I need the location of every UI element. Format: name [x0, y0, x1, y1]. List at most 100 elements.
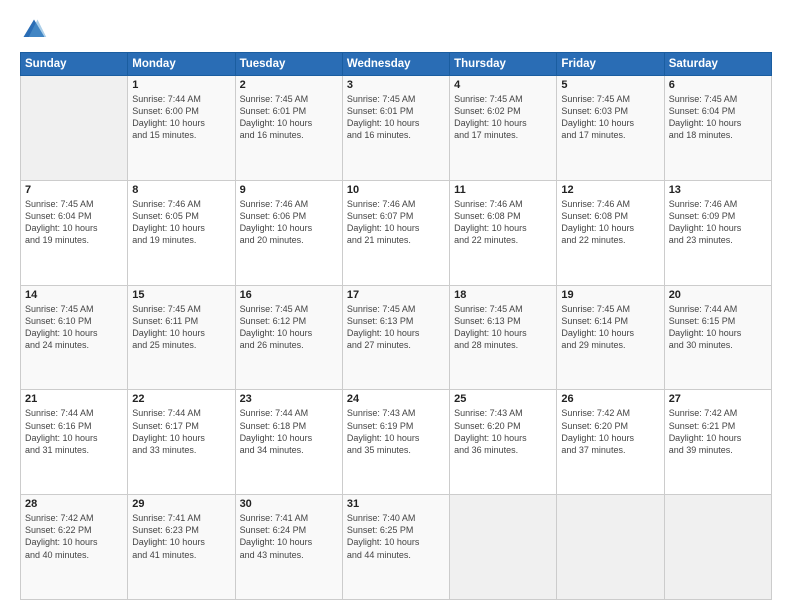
calendar-day-cell: 24 Sunrise: 7:43 AM Sunset: 6:19 PM Dayli… — [342, 390, 449, 495]
calendar-week-row: 7 Sunrise: 7:45 AM Sunset: 6:04 PM Daylig… — [21, 180, 772, 285]
day-number: 28 — [25, 498, 123, 510]
day-number: 8 — [132, 184, 230, 196]
day-number: 27 — [669, 393, 767, 405]
calendar-day-cell: 18 Sunrise: 7:45 AM Sunset: 6:13 PM Dayli… — [450, 285, 557, 390]
calendar-day-cell: 22 Sunrise: 7:44 AM Sunset: 6:17 PM Dayli… — [128, 390, 235, 495]
day-info: Sunrise: 7:43 AM Sunset: 6:19 PM Dayligh… — [347, 407, 445, 456]
calendar-day-cell: 27 Sunrise: 7:42 AM Sunset: 6:21 PM Dayli… — [664, 390, 771, 495]
calendar-day-cell: 1 Sunrise: 7:44 AM Sunset: 6:00 PM Daylig… — [128, 76, 235, 181]
day-number: 14 — [25, 289, 123, 301]
day-number: 22 — [132, 393, 230, 405]
calendar-day-cell: 3Sunrise: 7:45 AM Sunset: 6:01 PM Daylig… — [342, 76, 449, 181]
calendar-week-row: 28 Sunrise: 7:42 AM Sunset: 6:22 PM Dayli… — [21, 495, 772, 600]
day-info: Sunrise: 7:42 AM Sunset: 6:21 PM Dayligh… — [669, 407, 767, 456]
calendar-day-cell: 10 Sunrise: 7:46 AM Sunset: 6:07 PM Dayli… — [342, 180, 449, 285]
day-number: 11 — [454, 184, 552, 196]
calendar-day-cell — [450, 495, 557, 600]
day-info: Sunrise: 7:44 AM Sunset: 6:18 PM Dayligh… — [240, 407, 338, 456]
day-number: 16 — [240, 289, 338, 301]
calendar-day-cell: 21Sunrise: 7:44 AM Sunset: 6:16 PM Dayli… — [21, 390, 128, 495]
calendar-day-cell: 14 Sunrise: 7:45 AM Sunset: 6:10 PM Dayli… — [21, 285, 128, 390]
day-info: Sunrise: 7:44 AM Sunset: 6:00 PM Dayligh… — [132, 93, 230, 142]
day-number: 19 — [561, 289, 659, 301]
day-info: Sunrise: 7:45 AM Sunset: 6:02 PM Dayligh… — [454, 93, 552, 142]
day-info: Sunrise: 7:45 AM Sunset: 6:10 PM Dayligh… — [25, 303, 123, 352]
weekday-header-cell: Thursday — [450, 53, 557, 76]
day-number: 24 — [347, 393, 445, 405]
calendar-day-cell: 13 Sunrise: 7:46 AM Sunset: 6:09 PM Dayli… — [664, 180, 771, 285]
calendar-day-cell: 5 Sunrise: 7:45 AM Sunset: 6:03 PM Daylig… — [557, 76, 664, 181]
calendar-day-cell — [557, 495, 664, 600]
day-info: Sunrise: 7:46 AM Sunset: 6:08 PM Dayligh… — [454, 198, 552, 247]
calendar-day-cell: 19Sunrise: 7:45 AM Sunset: 6:14 PM Dayli… — [557, 285, 664, 390]
day-number: 23 — [240, 393, 338, 405]
day-info: Sunrise: 7:43 AM Sunset: 6:20 PM Dayligh… — [454, 407, 552, 456]
day-info: Sunrise: 7:42 AM Sunset: 6:22 PM Dayligh… — [25, 512, 123, 561]
day-info: Sunrise: 7:46 AM Sunset: 6:06 PM Dayligh… — [240, 198, 338, 247]
day-info: Sunrise: 7:45 AM Sunset: 6:03 PM Dayligh… — [561, 93, 659, 142]
day-info: Sunrise: 7:46 AM Sunset: 6:07 PM Dayligh… — [347, 198, 445, 247]
weekday-header-cell: Monday — [128, 53, 235, 76]
calendar-body: 1 Sunrise: 7:44 AM Sunset: 6:00 PM Daylig… — [21, 76, 772, 600]
calendar-day-cell: 30 Sunrise: 7:41 AM Sunset: 6:24 PM Dayli… — [235, 495, 342, 600]
day-info: Sunrise: 7:46 AM Sunset: 6:09 PM Dayligh… — [669, 198, 767, 247]
calendar-day-cell: 8Sunrise: 7:46 AM Sunset: 6:05 PM Daylig… — [128, 180, 235, 285]
day-info: Sunrise: 7:45 AM Sunset: 6:13 PM Dayligh… — [454, 303, 552, 352]
day-number: 1 — [132, 79, 230, 91]
day-info: Sunrise: 7:42 AM Sunset: 6:20 PM Dayligh… — [561, 407, 659, 456]
day-number: 18 — [454, 289, 552, 301]
calendar-day-cell: 20 Sunrise: 7:44 AM Sunset: 6:15 PM Dayli… — [664, 285, 771, 390]
day-number: 31 — [347, 498, 445, 510]
day-number: 5 — [561, 79, 659, 91]
day-info: Sunrise: 7:45 AM Sunset: 6:12 PM Dayligh… — [240, 303, 338, 352]
day-number: 12 — [561, 184, 659, 196]
day-info: Sunrise: 7:44 AM Sunset: 6:16 PM Dayligh… — [25, 407, 123, 456]
calendar-day-cell — [21, 76, 128, 181]
calendar-day-cell: 4 Sunrise: 7:45 AM Sunset: 6:02 PM Daylig… — [450, 76, 557, 181]
day-number: 20 — [669, 289, 767, 301]
day-number: 30 — [240, 498, 338, 510]
day-number: 3 — [347, 79, 445, 91]
day-number: 7 — [25, 184, 123, 196]
day-number: 13 — [669, 184, 767, 196]
calendar-day-cell: 17 Sunrise: 7:45 AM Sunset: 6:13 PM Dayli… — [342, 285, 449, 390]
calendar-day-cell: 12 Sunrise: 7:46 AM Sunset: 6:08 PM Dayli… — [557, 180, 664, 285]
day-info: Sunrise: 7:46 AM Sunset: 6:08 PM Dayligh… — [561, 198, 659, 247]
logo-icon — [20, 16, 48, 44]
day-number: 10 — [347, 184, 445, 196]
header — [20, 16, 772, 44]
day-info: Sunrise: 7:40 AM Sunset: 6:25 PM Dayligh… — [347, 512, 445, 561]
day-info: Sunrise: 7:45 AM Sunset: 6:01 PM Dayligh… — [240, 93, 338, 142]
day-number: 4 — [454, 79, 552, 91]
day-info: Sunrise: 7:44 AM Sunset: 6:15 PM Dayligh… — [669, 303, 767, 352]
calendar-day-cell — [664, 495, 771, 600]
weekday-header-cell: Saturday — [664, 53, 771, 76]
calendar-day-cell: 28 Sunrise: 7:42 AM Sunset: 6:22 PM Dayli… — [21, 495, 128, 600]
day-info: Sunrise: 7:45 AM Sunset: 6:13 PM Dayligh… — [347, 303, 445, 352]
day-info: Sunrise: 7:41 AM Sunset: 6:24 PM Dayligh… — [240, 512, 338, 561]
day-number: 17 — [347, 289, 445, 301]
weekday-header-cell: Sunday — [21, 53, 128, 76]
calendar-day-cell: 11 Sunrise: 7:46 AM Sunset: 6:08 PM Dayli… — [450, 180, 557, 285]
calendar-week-row: 14 Sunrise: 7:45 AM Sunset: 6:10 PM Dayli… — [21, 285, 772, 390]
calendar-day-cell: 6Sunrise: 7:45 AM Sunset: 6:04 PM Daylig… — [664, 76, 771, 181]
day-number: 15 — [132, 289, 230, 301]
logo — [20, 16, 52, 44]
calendar-day-cell: 25Sunrise: 7:43 AM Sunset: 6:20 PM Dayli… — [450, 390, 557, 495]
calendar-day-cell: 31 Sunrise: 7:40 AM Sunset: 6:25 PM Dayli… — [342, 495, 449, 600]
day-number: 26 — [561, 393, 659, 405]
calendar: SundayMondayTuesdayWednesdayThursdayFrid… — [20, 52, 772, 600]
calendar-day-cell: 26 Sunrise: 7:42 AM Sunset: 6:20 PM Dayli… — [557, 390, 664, 495]
day-number: 2 — [240, 79, 338, 91]
day-number: 29 — [132, 498, 230, 510]
weekday-header-row: SundayMondayTuesdayWednesdayThursdayFrid… — [21, 53, 772, 76]
calendar-week-row: 21Sunrise: 7:44 AM Sunset: 6:16 PM Dayli… — [21, 390, 772, 495]
day-info: Sunrise: 7:45 AM Sunset: 6:11 PM Dayligh… — [132, 303, 230, 352]
day-info: Sunrise: 7:44 AM Sunset: 6:17 PM Dayligh… — [132, 407, 230, 456]
day-info: Sunrise: 7:45 AM Sunset: 6:04 PM Dayligh… — [669, 93, 767, 142]
weekday-header-cell: Wednesday — [342, 53, 449, 76]
calendar-day-cell: 23 Sunrise: 7:44 AM Sunset: 6:18 PM Dayli… — [235, 390, 342, 495]
calendar-day-cell: 7 Sunrise: 7:45 AM Sunset: 6:04 PM Daylig… — [21, 180, 128, 285]
weekday-header-cell: Tuesday — [235, 53, 342, 76]
day-info: Sunrise: 7:45 AM Sunset: 6:04 PM Dayligh… — [25, 198, 123, 247]
